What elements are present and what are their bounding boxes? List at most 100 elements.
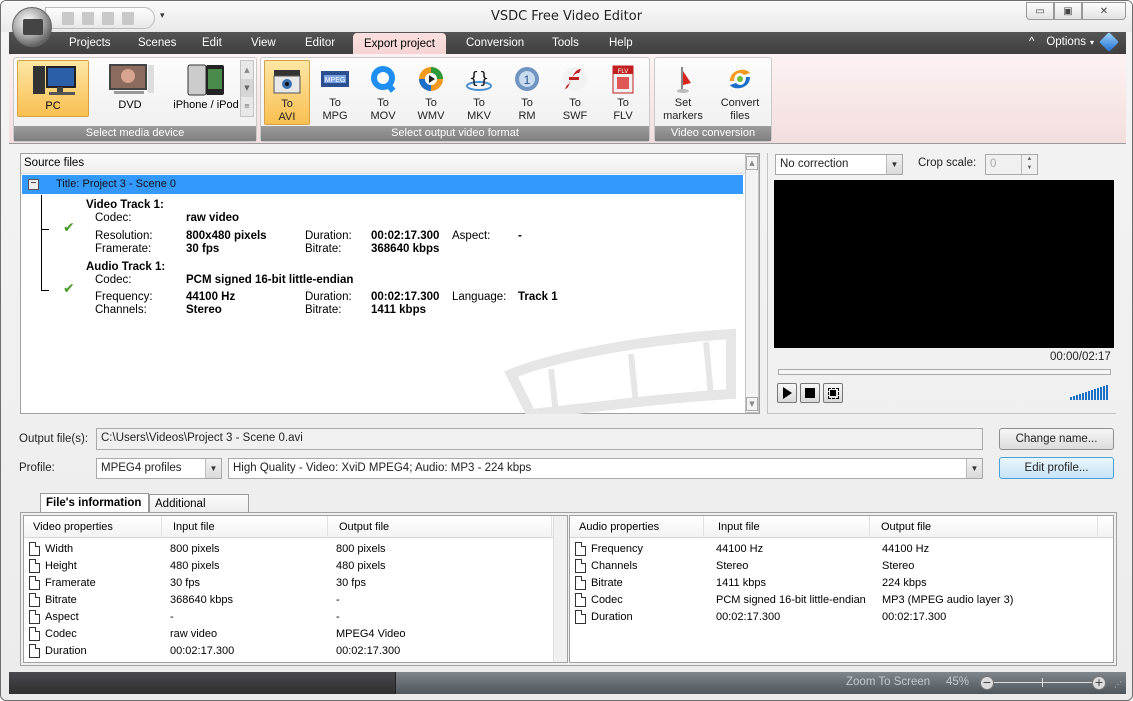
volume-indicator[interactable] [1069,382,1111,400]
source-title-row[interactable]: − Title: Project 3 - Scene 0 [22,175,743,194]
source-title-text: Title: Project 3 - Scene 0 [56,178,177,190]
property-name: Codec [591,594,623,606]
preview-icon[interactable] [122,11,134,25]
chevron-down-icon[interactable]: ▼ [886,155,902,174]
device-dvd-button[interactable]: DVD [94,60,166,117]
column-header[interactable]: Input file [704,516,870,538]
edit-profile-button[interactable]: Edit profile... [999,457,1114,479]
to-mkv-button[interactable]: {} To MKV [456,60,502,125]
menu-conversion[interactable]: Conversion [460,32,530,54]
column-header[interactable]: Input file [162,516,328,538]
play-button[interactable] [777,383,797,403]
audio-track-check-icon[interactable]: ✔ [63,281,75,297]
convert-files-button[interactable]: Convert files [712,60,768,125]
video-track-check-icon[interactable]: ✔ [63,220,75,236]
document-icon [575,576,586,590]
resize-grip-icon[interactable]: ⋰ [1114,680,1122,689]
change-name-button[interactable]: Change name... [999,428,1114,450]
stop-button[interactable] [800,383,820,403]
table-row[interactable]: Duration 00:02:17.300 00:02:17.300 [24,643,567,660]
table-row[interactable]: Framerate 30 fps 30 fps [24,575,567,592]
column-header[interactable]: Output file [870,516,1098,538]
menu-projects[interactable]: Projects [63,32,117,54]
zoom-slider-thumb[interactable] [1042,678,1043,687]
profile-select[interactable]: High Quality - Video: XviD MPEG4; Audio:… [228,458,983,479]
app-menu-button[interactable] [12,7,52,47]
group-label: Video conversion [655,126,771,141]
minimize-button[interactable]: ▭ [1026,2,1054,20]
tab-files-information[interactable]: File's information [40,493,149,513]
source-scrollbar[interactable]: ▲ ▼ [745,154,759,413]
zoom-to-screen-button[interactable]: Zoom To Screen [846,676,930,688]
windows-media-icon [419,67,443,91]
device-pc-button[interactable]: PC [17,60,89,117]
zoom-value: 45% [946,676,970,688]
device-iphone-button[interactable]: iPhone / iPod [170,60,242,117]
collapse-toggle-icon[interactable]: − [28,179,39,190]
menu-editor[interactable]: Editor [299,32,341,54]
chevron-down-icon[interactable]: ▼ [205,459,221,478]
tab-additional-settings[interactable]: Additional settings [149,494,249,528]
video-track-heading: Video Track 1: [86,199,164,211]
to-swf-button[interactable]: To SWF [552,60,598,125]
spinner-arrows-icon[interactable]: ▲ ▼ [1021,155,1037,174]
customize-toolbar-dropdown[interactable]: ▾ [160,11,165,21]
property-name: Duration [45,645,87,657]
table-row[interactable]: Height 480 pixels 480 pixels [24,558,567,575]
table-row[interactable]: Width 800 pixels 800 pixels [24,541,567,558]
gallery-expand-icon[interactable]: ≡ [241,97,253,115]
grid-scrollbar[interactable] [553,516,567,662]
correction-select[interactable]: No correction ▼ [775,154,903,175]
table-row[interactable]: Codec raw video MPEG4 Video [24,626,567,643]
menu-view[interactable]: View [245,32,282,54]
to-flv-button[interactable]: FLV To FLV [600,60,646,125]
zoom-slider-track[interactable] [994,682,1094,683]
playback-seek-bar[interactable] [778,369,1111,375]
menu-tools[interactable]: Tools [546,32,585,54]
table-row[interactable]: Frequency 44100 Hz 44100 Hz [570,541,1113,558]
table-row[interactable]: Bitrate 1411 kbps 224 kbps [570,575,1113,592]
fullscreen-icon [827,387,839,399]
menu-export-project[interactable]: Export project [353,33,446,54]
about-icon[interactable] [1099,32,1119,52]
scroll-down-icon[interactable]: ▼ [241,79,253,97]
menu-help[interactable]: Help [603,32,639,54]
menu-scenes[interactable]: Scenes [132,32,182,54]
maximize-button[interactable]: ▣ [1054,2,1082,20]
to-wmv-button[interactable]: To WMV [408,60,454,125]
scroll-down-icon[interactable]: ▼ [746,397,758,411]
profile-group-select[interactable]: MPEG4 profiles ▼ [96,458,222,479]
scroll-up-icon[interactable]: ▲ [241,61,253,79]
set-markers-button[interactable]: Set markers [658,60,708,125]
device-gallery-scroll[interactable]: ▲ ▼ ≡ [240,60,254,117]
table-row[interactable]: Codec PCM signed 16-bit little-endian MP3 … [570,592,1113,609]
scroll-up-icon[interactable]: ▲ [746,156,758,170]
open-icon[interactable] [82,11,94,25]
zoom-in-icon[interactable]: + [1092,676,1106,690]
output-file-field[interactable]: C:\Users\Videos\Project 3 - Scene 0.avi [96,428,983,450]
table-row[interactable]: Bitrate 368640 kbps - [24,592,567,609]
to-rm-button[interactable]: 1 To RM [504,60,550,125]
grid-header: Video properties Input file Output file [24,516,567,538]
table-row[interactable]: Aspect - - [24,609,567,626]
to-mpg-button[interactable]: MPEG To MPG [312,60,358,125]
convert-icon [730,69,750,89]
table-row[interactable]: Channels Stereo Stereo [570,558,1113,575]
format-line1: To [617,97,629,109]
menu-edit[interactable]: Edit [196,32,228,54]
chevron-down-icon[interactable]: ▼ [966,459,982,478]
close-button[interactable]: ✕ [1082,2,1126,20]
column-header[interactable]: Video properties [24,516,162,538]
zoom-out-icon[interactable]: − [980,676,994,690]
to-mov-button[interactable]: To MOV [360,60,406,125]
table-row[interactable]: Duration 00:02:17.300 00:02:17.300 [570,609,1113,626]
crop-scale-spinner[interactable]: 0 ▲ ▼ [985,154,1038,175]
collapse-ribbon-icon[interactable]: ^ [1029,36,1034,48]
column-header[interactable]: Output file [328,516,552,538]
column-header[interactable]: Audio properties [570,516,704,538]
to-avi-button[interactable]: To AVI [264,60,310,125]
save-icon[interactable] [102,11,114,25]
fullscreen-button[interactable] [823,383,843,403]
options-menu[interactable]: ^ Options ▾ [1029,32,1119,52]
new-project-icon[interactable] [62,11,74,25]
